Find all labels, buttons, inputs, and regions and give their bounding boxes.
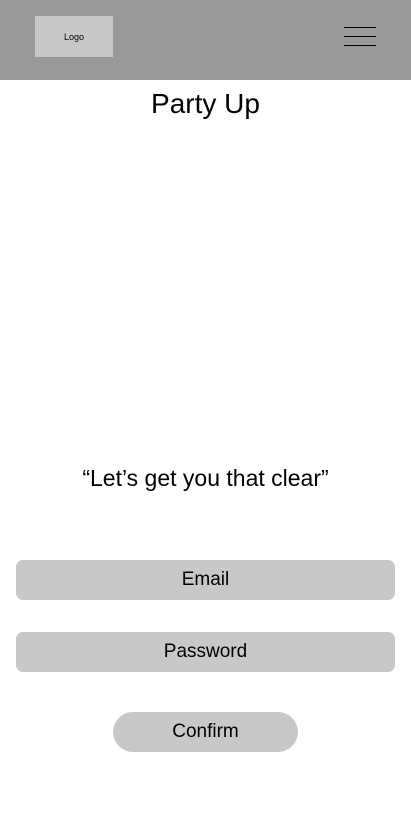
menu-line-top <box>344 27 376 28</box>
tagline: “Let’s get you that clear” <box>82 465 329 491</box>
hamburger-menu-icon[interactable] <box>344 27 376 46</box>
email-field-label: Email <box>181 569 230 590</box>
password-field[interactable]: Password <box>16 632 395 672</box>
confirm-button-label: Confirm <box>172 721 239 742</box>
menu-line-middle <box>344 36 376 37</box>
menu-line-bottom <box>344 45 376 46</box>
email-field[interactable]: Email <box>16 560 395 600</box>
page-title: Party Up <box>151 88 260 119</box>
logo[interactable]: Logo <box>35 16 113 57</box>
password-field-label: Password <box>163 641 248 662</box>
logo-label: Logo <box>63 31 85 42</box>
app-header: Logo <box>0 0 411 80</box>
confirm-button[interactable]: Confirm <box>113 712 298 752</box>
